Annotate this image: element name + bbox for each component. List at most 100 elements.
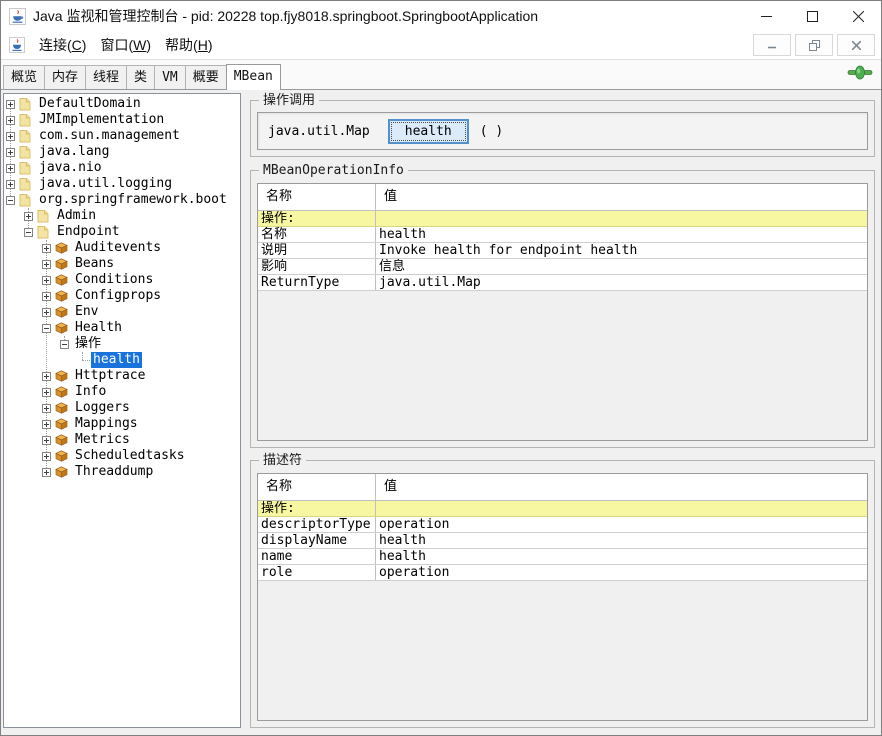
table-row[interactable]: 名称health: [258, 227, 867, 243]
value-cell: operation: [376, 517, 867, 532]
expand-toggle-icon[interactable]: [42, 372, 51, 381]
tab-mbean[interactable]: MBean: [226, 64, 281, 90]
java-cup-icon: [9, 8, 26, 25]
tree-item-org-springframework-boot[interactable]: org.springframework.boot: [4, 192, 240, 208]
value-cell: java.util.Map: [376, 275, 867, 290]
name-cell: 说明: [258, 243, 376, 258]
column-header[interactable]: 名称: [258, 184, 376, 210]
expand-toggle-icon[interactable]: [6, 164, 15, 173]
window-title: Java 监视和管理控制台 - pid: 20228 top.fjy8018.s…: [33, 6, 538, 26]
tree-item-env[interactable]: Env: [4, 304, 240, 320]
tree-item-admin[interactable]: Admin: [4, 208, 240, 224]
group-title: MBeanOperationInfo: [259, 163, 408, 178]
tree-item-jmimplementation[interactable]: JMImplementation: [4, 112, 240, 128]
tree-item-loggers[interactable]: Loggers: [4, 400, 240, 416]
folder-icon: [19, 113, 33, 127]
menu-item-w[interactable]: 窗口(W): [94, 33, 157, 57]
table-row[interactable]: 影响信息: [258, 259, 867, 275]
expand-toggle-icon[interactable]: [42, 308, 51, 317]
tab-内存[interactable]: 内存: [44, 65, 86, 89]
expand-toggle-icon[interactable]: [42, 244, 51, 253]
expand-toggle-icon[interactable]: [42, 260, 51, 269]
tab-线程[interactable]: 线程: [85, 65, 127, 89]
tree-item-info[interactable]: Info: [4, 384, 240, 400]
table-row[interactable]: descriptorTypeoperation: [258, 517, 867, 533]
expand-toggle-icon[interactable]: [42, 276, 51, 285]
expand-toggle-icon[interactable]: [24, 212, 33, 221]
tab-概要[interactable]: 概要: [185, 65, 227, 89]
table-row[interactable]: roleoperation: [258, 565, 867, 581]
tree-item-conditions[interactable]: Conditions: [4, 272, 240, 288]
table-row[interactable]: 操作:: [258, 501, 867, 517]
table-row[interactable]: 操作:: [258, 211, 867, 227]
tree-item-java-util-logging[interactable]: java.util.logging: [4, 176, 240, 192]
tree-item-health[interactable]: Health: [4, 320, 240, 336]
tree-item-label: Beans: [73, 256, 116, 272]
menu-item-h[interactable]: 帮助(H): [159, 33, 218, 57]
tree-item-configprops[interactable]: Configprops: [4, 288, 240, 304]
tree-item-label: 操作: [73, 336, 103, 352]
maximize-button[interactable]: [789, 1, 835, 31]
tree-item-metrics[interactable]: Metrics: [4, 432, 240, 448]
tree-item-java-lang[interactable]: java.lang: [4, 144, 240, 160]
tree-item-defaultdomain[interactable]: DefaultDomain: [4, 96, 240, 112]
name-cell: name: [258, 549, 376, 564]
tree-item--[interactable]: 操作: [4, 336, 240, 352]
column-header[interactable]: 名称: [258, 474, 376, 500]
collapse-toggle-icon[interactable]: [6, 196, 15, 205]
caption-controls: [743, 1, 881, 31]
frame-minimize-button[interactable]: [753, 34, 791, 56]
tree-item-mappings[interactable]: Mappings: [4, 416, 240, 432]
tree-item-auditevents[interactable]: Auditevents: [4, 240, 240, 256]
mbean-cube-icon: [55, 322, 69, 334]
tree-item-httptrace[interactable]: Httptrace: [4, 368, 240, 384]
column-header[interactable]: 值: [376, 184, 867, 210]
expand-toggle-icon[interactable]: [42, 436, 51, 445]
tab-vm[interactable]: VM: [154, 65, 186, 89]
close-button[interactable]: [835, 1, 881, 31]
tab-概览[interactable]: 概览: [3, 65, 45, 89]
tree-item-java-nio[interactable]: java.nio: [4, 160, 240, 176]
expand-toggle-icon[interactable]: [6, 132, 15, 141]
expand-toggle-icon[interactable]: [42, 404, 51, 413]
value-cell: health: [376, 549, 867, 564]
tree-item-label: Admin: [55, 208, 98, 224]
tree-item-endpoint[interactable]: Endpoint: [4, 224, 240, 240]
expand-toggle-icon[interactable]: [42, 420, 51, 429]
menu-item-c[interactable]: 连接(C): [33, 33, 92, 57]
tree-item-com-sun-management[interactable]: com.sun.management: [4, 128, 240, 144]
expand-toggle-icon[interactable]: [42, 292, 51, 301]
tree-item-scheduledtasks[interactable]: Scheduledtasks: [4, 448, 240, 464]
expand-toggle-icon[interactable]: [42, 452, 51, 461]
expand-toggle-icon[interactable]: [6, 180, 15, 189]
operation-invocation-group: 操作调用 java.util.Map health ( ): [250, 100, 875, 157]
table-row[interactable]: displayNamehealth: [258, 533, 867, 549]
mbean-operation-info-group: MBeanOperationInfo 名称值操作:名称health说明Invok…: [250, 170, 875, 448]
name-cell: 名称: [258, 227, 376, 242]
jconsole-window: Java 监视和管理控制台 - pid: 20228 top.fjy8018.s…: [0, 0, 882, 736]
table-row[interactable]: namehealth: [258, 549, 867, 565]
table-row[interactable]: ReturnTypejava.util.Map: [258, 275, 867, 291]
tree-item-label: java.util.logging: [37, 176, 174, 192]
frame-restore-button[interactable]: [795, 34, 833, 56]
expand-toggle-icon[interactable]: [42, 388, 51, 397]
table-row[interactable]: 说明Invoke health for endpoint health: [258, 243, 867, 259]
frame-close-button[interactable]: [837, 34, 875, 56]
expand-toggle-icon[interactable]: [6, 100, 15, 109]
expand-toggle-icon[interactable]: [42, 468, 51, 477]
expand-toggle-icon[interactable]: [6, 148, 15, 157]
tree-item-threaddump[interactable]: Threaddump: [4, 464, 240, 480]
column-header[interactable]: 值: [376, 474, 867, 500]
tab-类[interactable]: 类: [126, 65, 155, 89]
minimize-button[interactable]: [743, 1, 789, 31]
name-cell: displayName: [258, 533, 376, 548]
collapse-toggle-icon[interactable]: [42, 324, 51, 333]
invoke-health-button[interactable]: health: [388, 119, 469, 144]
tree-item-label: Auditevents: [73, 240, 163, 256]
collapse-toggle-icon[interactable]: [60, 340, 69, 349]
tree-item-label: JMImplementation: [37, 112, 166, 128]
collapse-toggle-icon[interactable]: [24, 228, 33, 237]
expand-toggle-icon[interactable]: [6, 116, 15, 125]
tree-item-beans[interactable]: Beans: [4, 256, 240, 272]
tree-item-health[interactable]: health: [4, 352, 240, 368]
